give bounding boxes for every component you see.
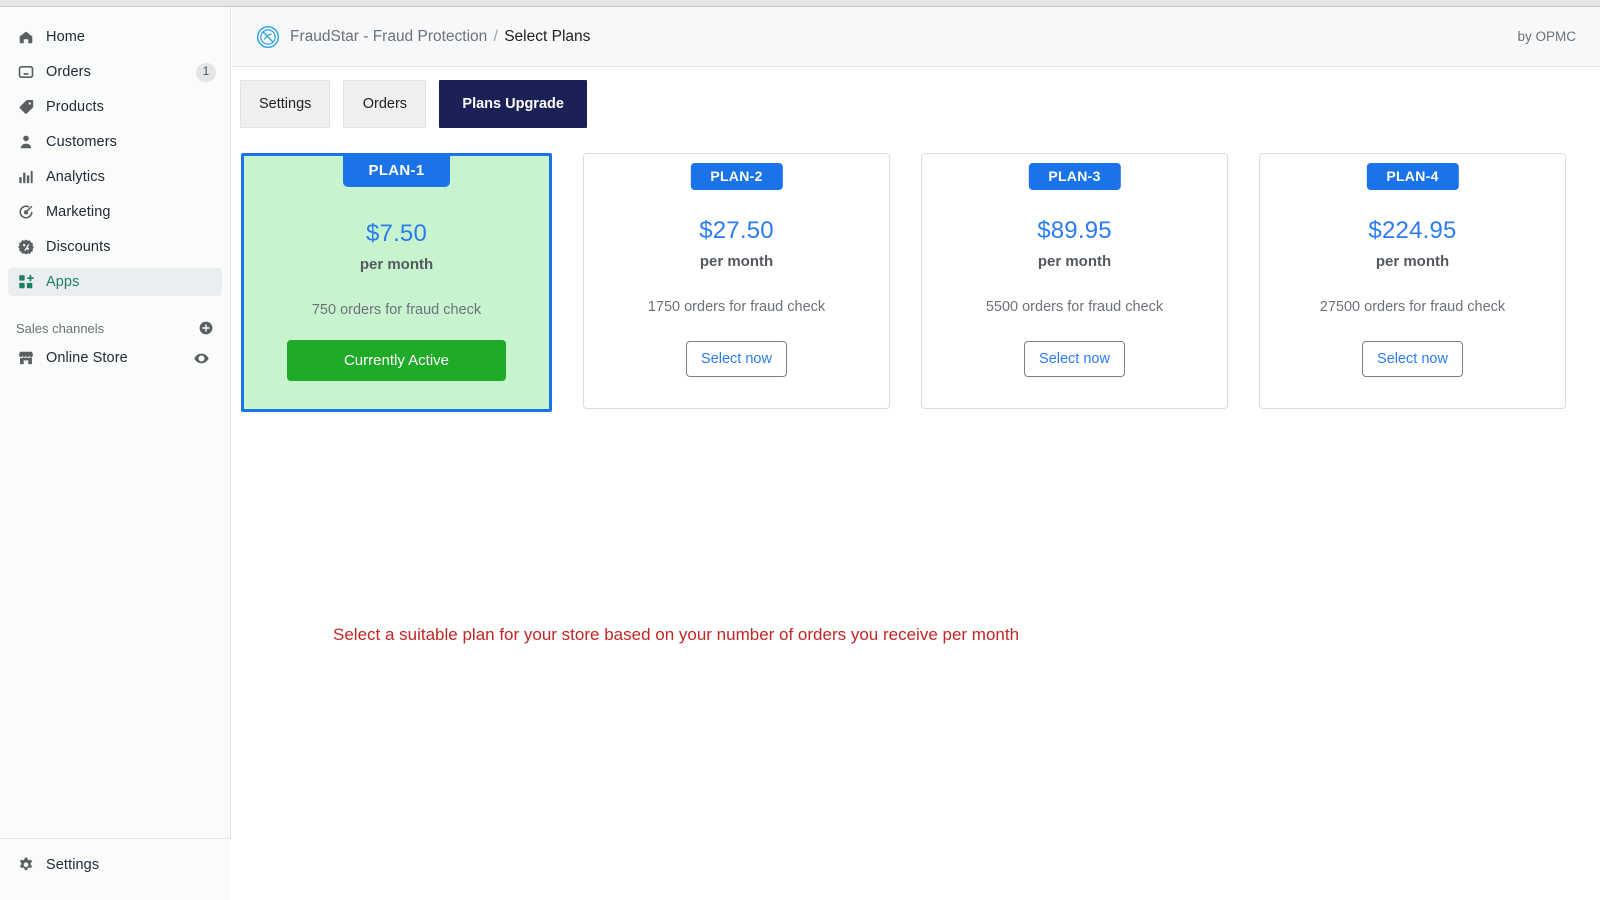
sidebar-item-settings[interactable]: Settings [8,851,223,879]
sidebar-item-label: Analytics [46,169,105,185]
breadcrumb-separator: / [493,27,498,45]
gear-icon [16,855,36,875]
app-topbar: FraudStar - Fraud Protection / Select Pl… [232,7,1600,67]
sidebar-item-home[interactable]: Home [8,23,222,51]
plan-badge: PLAN-4 [1366,163,1459,190]
plan-card-4[interactable]: PLAN-4 $224.95 per month 27500 orders fo… [1259,153,1566,409]
eye-icon[interactable] [187,349,216,368]
plan-period: per month [359,256,434,273]
sidebar-item-marketing[interactable]: Marketing [8,198,222,226]
tab-plans-upgrade[interactable]: Plans Upgrade [439,80,587,128]
sidebar-item-label: Customers [46,134,117,150]
plan-orders-quota: 5500 orders for fraud check [985,299,1164,315]
sidebar-item-label: Products [46,99,105,115]
plan-price: $7.50 [365,220,428,247]
sidebar-item-label: Apps [46,274,80,290]
plan-price: $224.95 [1368,217,1457,244]
select-now-button[interactable]: Select now [1362,341,1463,377]
sidebar-item-products[interactable]: Products [8,93,222,121]
sidebar-item-analytics[interactable]: Analytics [8,163,222,191]
analytics-bars-icon [16,167,36,187]
customers-person-icon [16,132,36,152]
sidebar-item-customers[interactable]: Customers [8,128,222,156]
marketing-megaphone-icon [16,202,36,222]
orders-count-badge: 1 [196,62,216,82]
tab-settings[interactable]: Settings [240,80,331,128]
plan-badge: PLAN-2 [690,163,783,190]
select-now-button[interactable]: Select now [686,341,787,377]
plan-action-area: Select now [1024,341,1125,377]
plan-action-area: Currently Active [287,340,506,381]
sidebar-item-online-store[interactable]: Online Store [8,344,222,372]
sidebar-item-discounts[interactable]: Discounts [8,233,222,261]
sales-channels-header: Sales channels [16,318,216,338]
plan-action-area: Select now [1362,341,1463,377]
plan-card-list: PLAN-1 $7.50 per month 750 orders for fr… [232,128,1600,412]
sidebar-nav: Home Orders 1 Products Customers Analyti… [0,7,230,372]
plan-orders-quota: 1750 orders for fraud check [647,299,826,315]
plan-orders-quota: 27500 orders for fraud check [1319,299,1506,315]
sidebar-item-label: Discounts [46,239,111,255]
left-sidebar: Home Orders 1 Products Customers Analyti… [0,7,231,900]
plan-period: per month [1375,253,1450,270]
tab-bar: Settings Orders Plans Upgrade [232,67,1600,128]
sales-channels-title: Sales channels [16,320,105,336]
breadcrumb-app-name[interactable]: FraudStar - Fraud Protection [290,28,487,45]
products-tag-icon [16,97,36,117]
plan-card-3[interactable]: PLAN-3 $89.95 per month 5500 orders for … [921,153,1228,409]
discounts-percent-icon [16,237,36,257]
plan-period: per month [1037,253,1112,270]
sidebar-item-label: Online Store [46,350,128,366]
plan-price: $27.50 [699,217,774,244]
orders-inbox-icon [16,62,36,82]
plus-circle-icon[interactable] [196,318,216,338]
sidebar-footer: Settings [0,838,231,900]
plan-selection-hint: Select a suitable plan for your store ba… [333,625,1020,644]
plan-card-2[interactable]: PLAN-2 $27.50 per month 1750 orders for … [583,153,890,409]
byline: by OPMC [1517,29,1576,44]
sidebar-item-orders[interactable]: Orders 1 [8,58,222,86]
plan-badge: PLAN-1 [342,155,451,187]
plan-action-area: Select now [686,341,787,377]
apps-grid-icon [16,272,36,292]
tab-orders[interactable]: Orders [343,80,427,128]
main-content: FraudStar - Fraud Protection / Select Pl… [232,7,1600,900]
select-now-button[interactable]: Select now [1024,341,1125,377]
plan-orders-quota: 750 orders for fraud check [311,302,482,318]
sidebar-item-label: Settings [46,857,100,873]
app-viewport: Home Orders 1 Products Customers Analyti… [0,0,1600,900]
tab-label: Settings [259,96,312,112]
tab-label: Orders [362,96,408,112]
plan-badge: PLAN-3 [1028,163,1121,190]
sidebar-item-label: Home [46,29,86,45]
breadcrumb-current-page: Select Plans [504,27,591,45]
sidebar-item-apps[interactable]: Apps [8,268,222,296]
plan-card-1[interactable]: PLAN-1 $7.50 per month 750 orders for fr… [241,153,552,412]
plan-price: $89.95 [1037,217,1112,244]
sidebar-item-label: Orders [46,64,91,80]
home-icon [16,27,36,47]
browser-chrome-strip [0,0,1600,7]
currently-active-button[interactable]: Currently Active [287,340,506,381]
fraudstar-logo-icon [256,25,280,49]
sidebar-item-label: Marketing [46,204,111,220]
tab-label: Plans Upgrade [462,96,564,112]
breadcrumb: FraudStar - Fraud Protection / Select Pl… [290,28,590,46]
plan-period: per month [699,253,774,270]
storefront-icon [16,348,36,368]
